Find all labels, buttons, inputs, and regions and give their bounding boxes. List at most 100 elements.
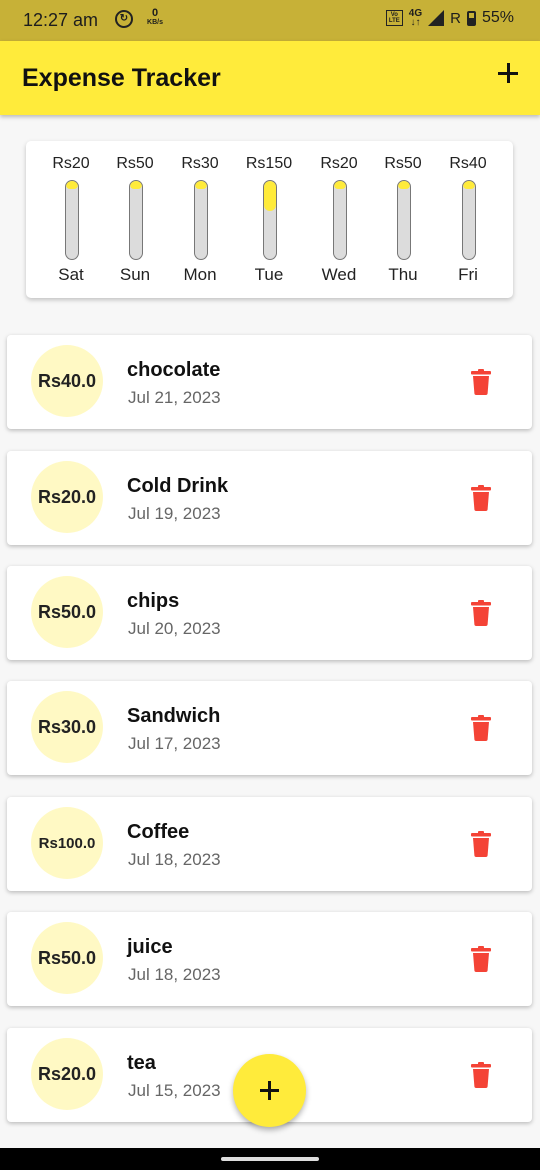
chart-bar-track [65,180,79,260]
network-speed-unit: KB/s [147,19,163,26]
chart-bar-day: Tue [254,265,284,284]
chart-bar-amount: Rs50 [384,155,422,172]
status-icons: Vo LTE 4G ↓↑ R 55% [385,9,514,28]
expense-item[interactable]: Rs50.0 juice Jul 18, 2023 [7,912,532,1006]
expense-date: Jul 17, 2023 [128,734,221,753]
status-time: 12:27 am [23,10,99,30]
battery-percent: 55% [481,9,514,26]
expense-title: chips [127,590,180,612]
add-expense-fab[interactable] [233,1054,306,1127]
chart-bar-sat: Rs20 Sat [41,141,101,298]
expense-amount: Rs20.0 [37,1063,97,1084]
expense-date: Jul 18, 2023 [128,965,221,984]
expense-amount-badge: Rs100.0 [31,807,103,879]
chart-bar-fill [130,181,142,189]
chart-bar-amount: Rs20 [52,155,90,172]
network-speed: 0 KB/s [143,7,167,27]
expense-amount: Rs30.0 [37,716,97,737]
delete-expense-button[interactable] [470,600,492,626]
chart-bar-track [194,180,208,260]
volte-icon: Vo LTE [385,10,403,26]
expense-date: Jul 18, 2023 [128,850,221,869]
network-arrows: ↓↑ [410,17,421,28]
expense-title: Coffee [127,821,190,843]
expense-amount: Rs50.0 [37,947,97,968]
chart-bar-day: Sat [58,265,84,284]
chart-bar-day: Wed [321,265,357,284]
chart-bar-fill [463,181,475,189]
chart-bar-day: Thu [388,265,418,284]
expense-item[interactable]: Rs50.0 chips Jul 20, 2023 [7,566,532,660]
chart-bar-fill [398,181,410,189]
trash-icon [470,715,492,741]
chart-bar-fill [66,181,78,189]
delete-expense-button[interactable] [470,831,492,857]
add-expense-button[interactable] [494,59,522,87]
chart-bar-day: Sun [119,265,151,284]
chart-bar-tue: Rs150 Tue [239,141,299,298]
network-type-icon: 4G ↓↑ [409,9,422,28]
delete-expense-button[interactable] [470,715,492,741]
volte-label-bottom: LTE [388,18,400,24]
expense-title: chocolate [127,359,221,381]
navigation-bar [0,1148,540,1170]
chart-bar-fill [264,181,276,211]
weekly-spending-chart: Rs20 Sat Rs50 Sun Rs30 Mon Rs150 Tue Rs20 Wed Rs50… [26,141,513,298]
home-gesture-handle[interactable] [221,1157,319,1161]
expense-amount: Rs40.0 [37,370,97,391]
chart-bar-day: Fri [458,265,478,284]
signal-icon [428,10,445,26]
expense-amount-badge: Rs40.0 [31,345,103,417]
expense-amount-badge: Rs50.0 [31,576,103,648]
chart-bar-amount: Rs50 [116,155,154,172]
trash-icon [470,485,492,511]
expense-amount-badge: Rs20.0 [31,461,103,533]
expense-amount-badge: Rs50.0 [31,922,103,994]
status-bar: 12:27 am ↻ 0 KB/s Vo LTE 4G ↓↑ R 55% [0,0,540,41]
chart-bar-day: Mon [183,265,217,284]
chart-bar-track [397,180,411,260]
expense-amount-badge: Rs20.0 [31,1038,103,1110]
data-saver-icon: ↻ [115,10,133,28]
expense-item[interactable]: Rs100.0 Coffee Jul 18, 2023 [7,797,532,891]
expense-date: Jul 20, 2023 [128,619,221,638]
expense-amount-badge: Rs30.0 [31,691,103,763]
chart-bar-fill [195,181,207,189]
chart-bar-mon: Rs30 Mon [170,141,230,298]
expense-item[interactable]: Rs30.0 Sandwich Jul 17, 2023 [7,681,532,775]
battery-icon [466,10,476,26]
app-bar: Expense Tracker [0,41,540,115]
chart-bar-amount: Rs20 [320,155,358,172]
expense-amount: Rs20.0 [37,486,97,507]
delete-expense-button[interactable] [470,1062,492,1088]
chart-bar-amount: Rs40 [449,155,487,172]
chart-bar-track [462,180,476,260]
expense-item[interactable]: Rs20.0 Cold Drink Jul 19, 2023 [7,451,532,545]
expense-date: Jul 21, 2023 [128,388,221,407]
expense-title: juice [127,936,173,958]
roaming-indicator: R [450,9,461,27]
expense-title: Cold Drink [127,475,229,497]
trash-icon [470,1062,492,1088]
trash-icon [470,831,492,857]
expense-item[interactable]: Rs40.0 chocolate Jul 21, 2023 [7,335,532,429]
network-speed-value: 0 [151,7,159,19]
expense-date: Jul 19, 2023 [128,504,221,523]
chart-bar-sun: Rs50 Sun [105,141,165,298]
app-title: Expense Tracker [22,64,221,92]
trash-icon [470,946,492,972]
expense-date: Jul 15, 2023 [128,1081,221,1100]
trash-icon [470,600,492,626]
chart-bar-track [129,180,143,260]
delete-expense-button[interactable] [470,369,492,395]
delete-expense-button[interactable] [470,946,492,972]
delete-expense-button[interactable] [470,485,492,511]
trash-icon [470,369,492,395]
chart-bar-thu: Rs50 Thu [373,141,433,298]
chart-bar-amount: Rs150 [245,155,293,172]
expense-title: Sandwich [127,705,221,727]
chart-bar-track [333,180,347,260]
expense-amount: Rs100.0 [38,834,96,852]
chart-bar-amount: Rs30 [181,155,219,172]
chart-bar-fill [334,181,346,189]
